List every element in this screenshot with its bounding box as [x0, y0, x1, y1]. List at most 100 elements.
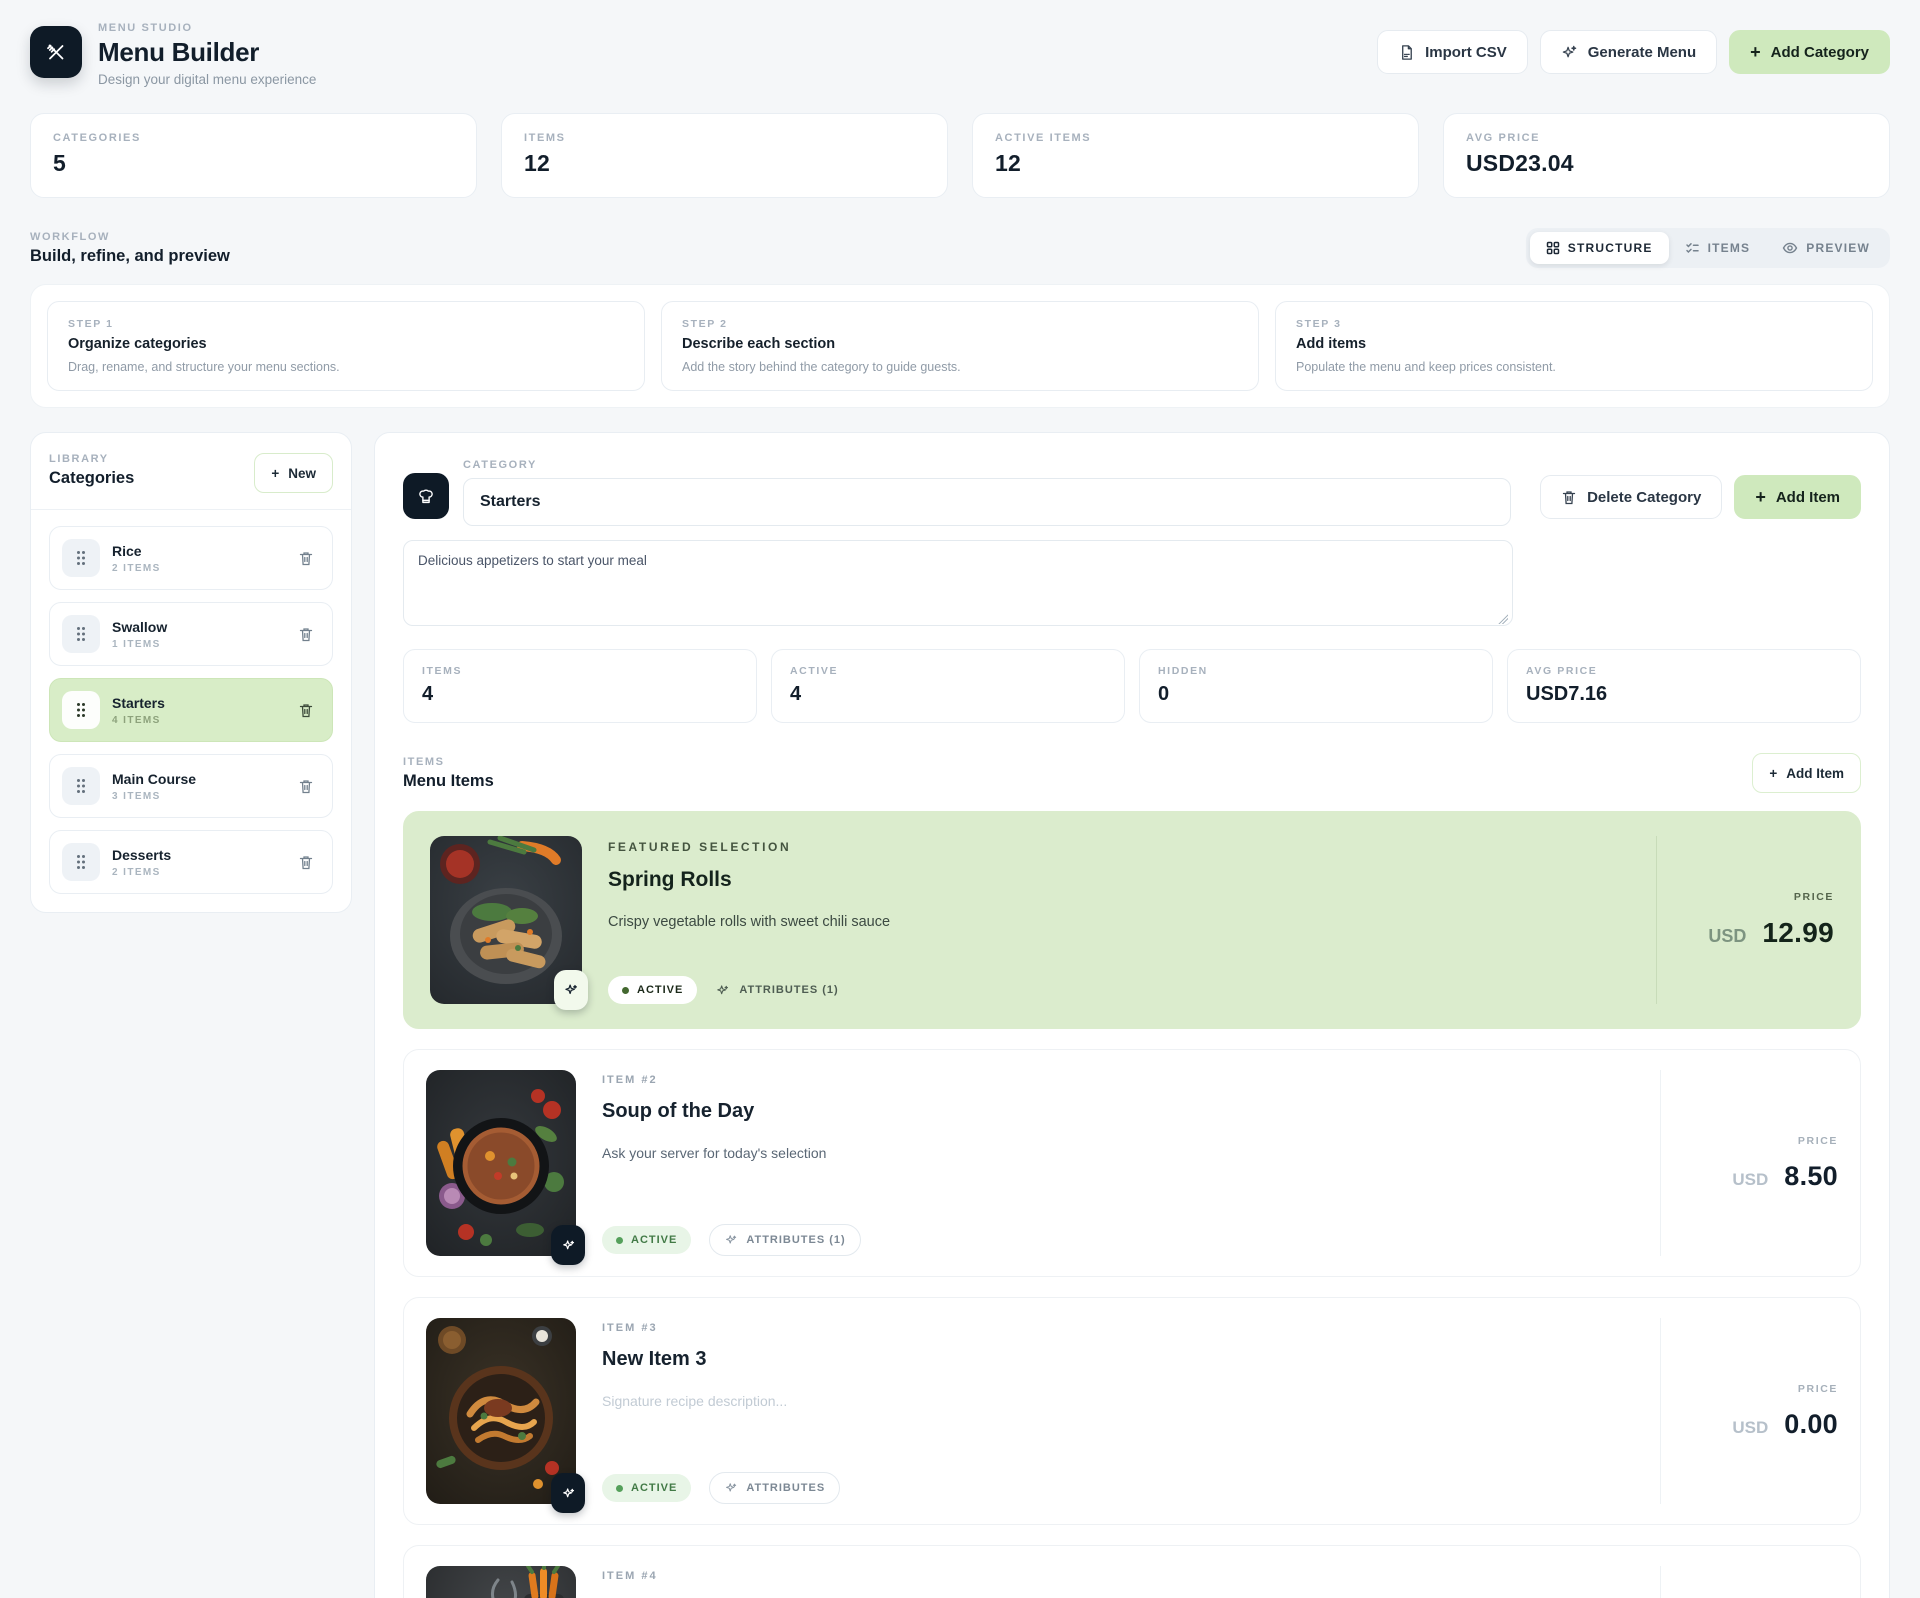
- delete-category-icon-button[interactable]: [294, 698, 318, 723]
- new-category-button[interactable]: + New: [254, 453, 333, 493]
- import-csv-button[interactable]: Import CSV: [1377, 30, 1528, 74]
- item-description: Ask your server for today's selection: [602, 1145, 1634, 1161]
- sparkle-icon: [724, 1233, 738, 1247]
- price-row: USD 8.50: [1732, 1161, 1838, 1192]
- item-badges: ACTIVE ATTRIBUTES (1): [608, 956, 1630, 1004]
- add-item-button[interactable]: + Add Item: [1734, 475, 1861, 519]
- category-name: Main Course: [112, 771, 196, 787]
- menu-item-card-featured[interactable]: FEATURED SELECTION Spring Rolls Crispy v…: [403, 811, 1861, 1029]
- sidebar-item-desserts[interactable]: Desserts 2 ITEMS: [49, 830, 333, 894]
- category-name: Starters: [112, 695, 165, 711]
- tab-preview[interactable]: PREVIEW: [1766, 232, 1886, 264]
- library-eyebrow: LIBRARY: [49, 453, 134, 465]
- price-amount: 12.99: [1762, 917, 1834, 949]
- step-eyebrow: STEP 1: [68, 318, 624, 330]
- plus-icon: +: [1750, 43, 1761, 61]
- generate-menu-button[interactable]: Generate Menu: [1540, 30, 1717, 74]
- drag-handle-icon[interactable]: [62, 767, 100, 805]
- item-description-placeholder[interactable]: Signature recipe description...: [602, 1393, 1634, 1409]
- status-dot-icon: [622, 987, 629, 994]
- item-name: Spring Rolls: [608, 868, 1630, 892]
- plus-icon: +: [1769, 766, 1777, 781]
- status-label: ACTIVE: [637, 984, 683, 996]
- price-label: PRICE: [1794, 891, 1834, 903]
- category-stat-items: ITEMS 4: [403, 649, 757, 723]
- sidebar-item-swallow[interactable]: Swallow 1 ITEMS: [49, 602, 333, 666]
- price-amount: 8.50: [1784, 1161, 1838, 1192]
- delete-category-icon-button[interactable]: [294, 546, 318, 571]
- category-count: 2 ITEMS: [112, 867, 171, 878]
- item-body: ITEM #4 Item name: [602, 1566, 1634, 1598]
- status-badge[interactable]: ACTIVE: [602, 1226, 691, 1254]
- sparkle-icon: [724, 1481, 738, 1495]
- sidebar-item-rice[interactable]: Rice 2 ITEMS: [49, 526, 333, 590]
- delete-category-button[interactable]: Delete Category: [1540, 475, 1722, 519]
- item-thumbnail: [426, 1318, 576, 1504]
- category-count: 3 ITEMS: [112, 791, 196, 802]
- stat-card-categories: CATEGORIES 5: [30, 113, 477, 198]
- stats-row: CATEGORIES 5 ITEMS 12 ACTIVE ITEMS 12 AV…: [30, 113, 1890, 198]
- item-eyebrow: ITEM #4: [602, 1570, 1634, 1582]
- delete-category-icon-button[interactable]: [294, 850, 318, 875]
- tab-items[interactable]: ITEMS: [1669, 232, 1767, 264]
- drag-handle-icon[interactable]: [62, 539, 100, 577]
- item-price-column: PRICE USD 12.99: [1656, 836, 1834, 1004]
- item-thumbnail: [426, 1070, 576, 1256]
- item-thumbnail: [426, 1566, 576, 1598]
- delete-category-icon-button[interactable]: [294, 774, 318, 799]
- price-currency: USD: [1708, 926, 1746, 947]
- price-row: USD 0.00: [1732, 1409, 1838, 1440]
- attributes-badge[interactable]: ATTRIBUTES (1): [715, 983, 838, 998]
- price-label: PRICE: [1798, 1383, 1838, 1395]
- drag-handle-icon[interactable]: [62, 843, 100, 881]
- stat-label: ACTIVE ITEMS: [995, 132, 1396, 144]
- price-currency: USD: [1732, 1418, 1768, 1438]
- stat-label: ITEMS: [422, 665, 738, 677]
- category-count: 4 ITEMS: [112, 715, 165, 726]
- divider: [31, 509, 351, 510]
- item-thumbnail: [430, 836, 582, 1004]
- tab-items-label: ITEMS: [1708, 241, 1751, 255]
- status-badge[interactable]: ACTIVE: [608, 976, 697, 1004]
- sparkle-badge-icon[interactable]: [551, 1473, 585, 1513]
- stat-label: AVG PRICE: [1466, 132, 1867, 144]
- sidebar-item-main-course[interactable]: Main Course 3 ITEMS: [49, 754, 333, 818]
- add-item-secondary-button[interactable]: + Add Item: [1752, 753, 1861, 793]
- category-list: Rice 2 ITEMS Swallow 1 ITEMS: [49, 526, 333, 894]
- price-amount: 0.00: [1784, 1409, 1838, 1440]
- attributes-badge[interactable]: ATTRIBUTES (1): [709, 1224, 860, 1256]
- new-category-label: New: [288, 466, 316, 481]
- drag-handle-icon[interactable]: [62, 615, 100, 653]
- category-description-input[interactable]: Delicious appetizers to start your meal: [403, 540, 1513, 626]
- tab-structure[interactable]: STRUCTURE: [1530, 232, 1669, 264]
- menu-item-card-4[interactable]: ITEM #4 Item name: [403, 1545, 1861, 1598]
- stat-card-avg-price: AVG PRICE USD23.04: [1443, 113, 1890, 198]
- sidebar-item-starters[interactable]: Starters 4 ITEMS: [49, 678, 333, 742]
- step-card-2: STEP 2 Describe each section Add the sto…: [661, 301, 1259, 391]
- item-price-column: [1660, 1566, 1838, 1598]
- menu-items-header-text: ITEMS Menu Items: [403, 756, 494, 791]
- stat-value: 12: [995, 150, 1396, 177]
- menu-item-card-3[interactable]: ITEM #3 New Item 3 Signature recipe desc…: [403, 1297, 1861, 1525]
- attributes-badge[interactable]: ATTRIBUTES: [709, 1472, 840, 1504]
- delete-category-label: Delete Category: [1587, 489, 1701, 506]
- step-eyebrow: STEP 3: [1296, 318, 1852, 330]
- add-category-button[interactable]: + Add Category: [1729, 30, 1890, 74]
- sparkle-badge-icon[interactable]: [551, 1225, 585, 1265]
- plus-icon: +: [271, 466, 279, 481]
- category-field-label: CATEGORY: [463, 459, 1511, 471]
- menu-item-list: FEATURED SELECTION Spring Rolls Crispy v…: [403, 811, 1861, 1598]
- category-name: Rice: [112, 543, 161, 559]
- status-badge[interactable]: ACTIVE: [602, 1474, 691, 1502]
- step-card-1: STEP 1 Organize categories Drag, rename,…: [47, 301, 645, 391]
- category-name-input[interactable]: [463, 478, 1511, 526]
- category-text: Main Course 3 ITEMS: [112, 771, 196, 802]
- library-header: LIBRARY Categories + New: [49, 453, 333, 493]
- crossed-utensils-icon: [43, 39, 69, 65]
- drag-handle-icon[interactable]: [62, 691, 100, 729]
- menu-item-card-2[interactable]: ITEM #2 Soup of the Day Ask your server …: [403, 1049, 1861, 1277]
- delete-category-icon-button[interactable]: [294, 622, 318, 647]
- featured-sparkle-badge-icon[interactable]: [554, 970, 588, 1010]
- status-label: ACTIVE: [631, 1482, 677, 1494]
- sparkle-icon: [715, 983, 730, 998]
